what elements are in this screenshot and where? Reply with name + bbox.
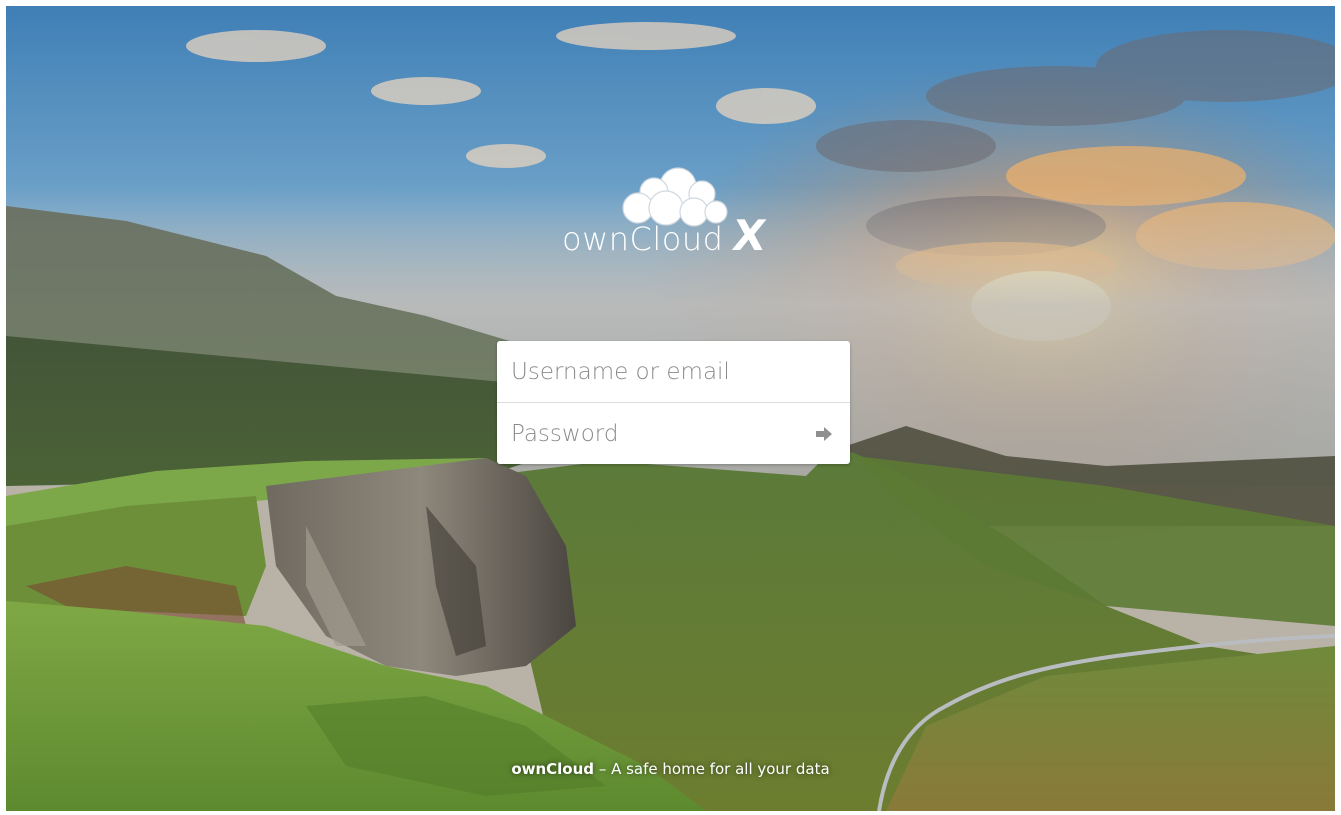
password-field [497, 402, 850, 464]
logo-wordmark: ownCloud [562, 220, 724, 258]
owncloud-logo: ownCloud X [556, 166, 796, 266]
logo-edition: X [730, 211, 770, 260]
footer: ownCloud – A safe home for all your data [0, 760, 1341, 778]
username-input[interactable] [497, 341, 850, 402]
password-input[interactable] [497, 403, 850, 464]
login-submit-button[interactable] [808, 418, 840, 450]
username-field [497, 341, 850, 402]
footer-brand: ownCloud [511, 760, 595, 778]
footer-tagline: – A safe home for all your data [598, 760, 830, 778]
login-page: ownCloud X ownCloud – A safe home for al… [0, 0, 1341, 815]
arrow-right-icon [816, 426, 832, 441]
login-form [497, 341, 850, 464]
